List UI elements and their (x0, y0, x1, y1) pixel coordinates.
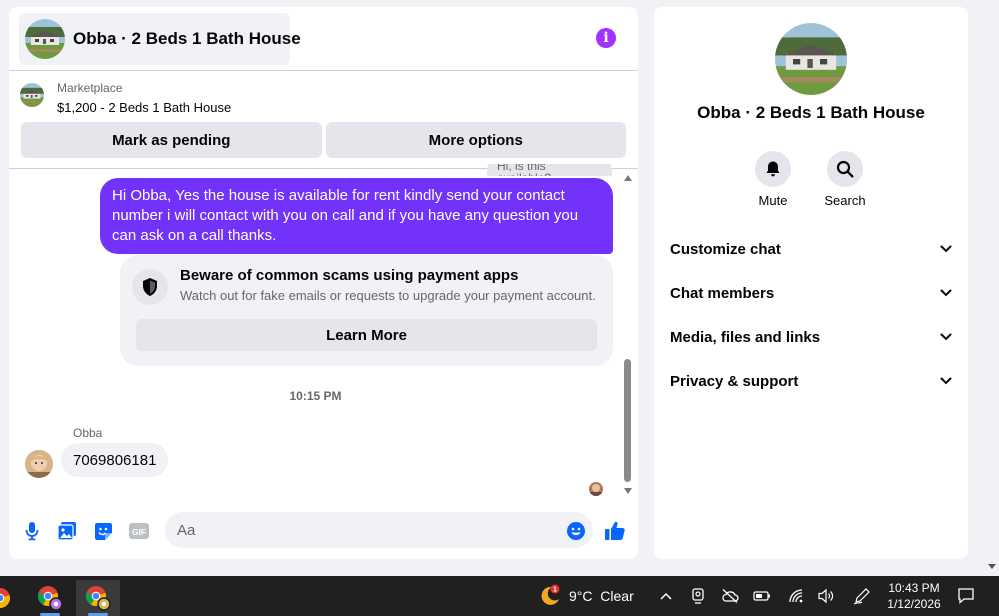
conversation-info-panel: Obba · 2 Beds 1 Bath House Mute Search C… (654, 7, 968, 559)
sender-name: Obba (73, 426, 103, 440)
gif-icon[interactable]: GIF (128, 520, 150, 542)
speaker-icon[interactable] (816, 586, 836, 606)
info-icon[interactable]: i (596, 28, 616, 48)
search-icon (836, 160, 854, 178)
sent-message: Hi Obba, Yes the house is available for … (100, 178, 613, 254)
cloud-off-icon[interactable] (720, 586, 740, 606)
listing-avatar (25, 19, 65, 59)
scroll-down-arrow-icon[interactable] (624, 488, 632, 494)
webcam-icon[interactable] (688, 586, 708, 606)
marketplace-listing[interactable]: Marketplace $1,200 - 2 Beds 1 Bath House (9, 71, 638, 121)
microphone-icon[interactable] (21, 520, 43, 542)
mute-label: Mute (758, 193, 788, 208)
section-label: Chat members (670, 284, 775, 302)
clock-date: 1/12/2026 (887, 597, 941, 611)
profile-avatar[interactable] (775, 23, 847, 95)
more-options-button[interactable]: More options (325, 122, 626, 158)
taskbar-app-chrome-active[interactable] (76, 580, 120, 616)
message-composer: GIF (9, 507, 638, 555)
warning-title: Beware of common scams using payment app… (180, 267, 519, 284)
chat-header: Obba · 2 Beds 1 Bath House i (9, 7, 638, 71)
svg-text:1: 1 (553, 587, 557, 594)
weather-readout[interactable]: 9°C Clear (569, 588, 634, 604)
chevron-down-icon (940, 377, 952, 385)
scroll-up-arrow-icon[interactable] (624, 175, 632, 181)
weather-moon-icon[interactable]: 1 (538, 584, 562, 608)
search-button[interactable] (827, 151, 863, 187)
chat-title: Obba · 2 Beds 1 Bath House (73, 29, 301, 48)
chevron-down-icon (940, 333, 952, 341)
sticker-icon[interactable] (92, 520, 114, 542)
section-chat-members[interactable]: Chat members (670, 281, 952, 305)
photo-gallery-icon[interactable] (56, 520, 78, 542)
svg-text:GIF: GIF (132, 527, 146, 537)
section-customize-chat[interactable]: Customize chat (670, 237, 952, 261)
chat-panel: Obba · 2 Beds 1 Bath House i Marketplace… (9, 7, 638, 559)
pen-icon[interactable] (852, 586, 872, 606)
scroll-thumb[interactable] (624, 359, 631, 482)
clock-time: 10:43 PM (888, 581, 940, 595)
chevron-up-icon[interactable] (656, 586, 676, 606)
chrome-icon (0, 588, 10, 608)
listing-actions: Mark as pending More options (21, 122, 626, 158)
chrome-profile-icon (85, 586, 111, 611)
marketplace-label: Marketplace (57, 81, 123, 95)
learn-more-button[interactable]: Learn More (136, 319, 597, 351)
section-label: Customize chat (670, 240, 781, 258)
notification-icon[interactable] (956, 586, 976, 606)
scam-warning-card: Beware of common scams using payment app… (120, 255, 613, 366)
listing-price-title: $1,200 - 2 Beds 1 Bath House (57, 100, 232, 115)
battery-icon[interactable] (752, 586, 772, 606)
previous-message: Hi, is this available? (487, 164, 612, 176)
warning-subtitle: Watch out for fake emails or requests to… (180, 288, 596, 303)
page-scroll-down-icon[interactable] (988, 564, 996, 569)
weather-desc: Clear (600, 588, 634, 604)
system-clock[interactable]: 10:43 PM 1/12/2026 (880, 580, 948, 612)
search-label: Search (824, 193, 866, 208)
mark-pending-button[interactable]: Mark as pending (21, 122, 322, 158)
chat-scrollbar[interactable] (621, 169, 633, 497)
mute-button[interactable] (755, 151, 791, 187)
chrome-profile-icon (37, 586, 63, 611)
taskbar-app-chrome-profile[interactable] (28, 580, 72, 616)
seen-indicator-avatar (589, 482, 603, 496)
shield-icon (132, 269, 168, 305)
message-timestamp: 10:15 PM (289, 389, 342, 403)
section-label: Privacy & support (670, 372, 799, 390)
section-privacy-support[interactable]: Privacy & support (670, 369, 952, 393)
chevron-down-icon (940, 245, 952, 253)
page-scrollbar[interactable] (985, 0, 999, 576)
sender-avatar[interactable] (25, 450, 53, 478)
section-media-files-links[interactable]: Media, files and links (670, 325, 952, 349)
received-message: 7069806181 (61, 443, 169, 477)
emoji-icon[interactable] (565, 520, 587, 542)
section-label: Media, files and links (670, 328, 821, 346)
chevron-down-icon (940, 289, 952, 297)
taskbar-app-chrome[interactable] (0, 580, 22, 616)
taskbar: 1 9°C Clear 10:43 PM 1/12/2026 (0, 576, 999, 616)
thumbs-up-icon[interactable] (604, 520, 626, 542)
bell-icon (766, 161, 780, 177)
weather-temp: 9°C (569, 588, 593, 604)
profile-name: Obba · 2 Beds 1 Bath House (697, 103, 925, 122)
chat-title-button[interactable]: Obba · 2 Beds 1 Bath House (19, 13, 301, 65)
listing-thumbnail (20, 83, 44, 107)
wifi-icon[interactable] (786, 586, 806, 606)
message-input[interactable] (165, 512, 593, 548)
